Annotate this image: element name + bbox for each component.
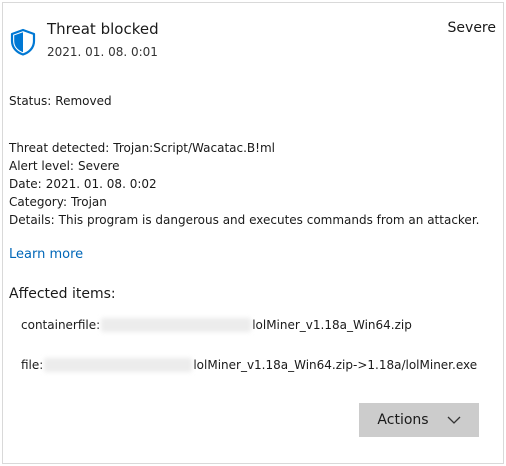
status-label: Status:: [9, 94, 52, 108]
blocked-date: 2021. 01. 08. 0:01: [47, 45, 158, 59]
affected-item-suffix: lolMiner_v1.18a_Win64.zip: [252, 318, 412, 332]
redacted-path: [44, 358, 193, 372]
detail-label: Threat detected:: [9, 141, 110, 155]
redacted-path: [101, 318, 252, 332]
detail-value: This program is dangerous and executes c…: [58, 213, 480, 227]
details-row: Details: This program is dangerous and ex…: [9, 213, 479, 227]
learn-more-link[interactable]: Learn more: [9, 247, 83, 262]
detail-label: Category:: [9, 195, 67, 209]
affected-item-prefix: file:: [21, 358, 44, 372]
detail-value: Trojan: [70, 195, 107, 209]
actions-button[interactable]: Actions: [359, 403, 479, 437]
affected-item-suffix: lolMiner_v1.18a_Win64.zip->1.18a/lolMine…: [193, 358, 478, 372]
status-value: Removed: [55, 94, 112, 108]
threat-detected-row: Threat detected: Trojan:Script/Wacatac.B!…: [9, 141, 275, 155]
affected-item-prefix: containerfile:: [21, 318, 101, 332]
detail-label: Details:: [9, 213, 55, 227]
detail-value: Severe: [77, 159, 120, 173]
detail-value: 2021. 01. 08. 0:02: [45, 177, 157, 191]
page-title: Threat blocked: [47, 20, 159, 38]
shield-icon: [10, 28, 36, 56]
detail-value: Trojan:Script/Wacatac.B!ml: [113, 141, 275, 155]
alert-level-row: Alert level: Severe: [9, 159, 120, 173]
affected-item: file: lolMiner_v1.18a_Win64.zip->1.18a/l…: [21, 358, 477, 372]
date-row: Date: 2021. 01. 08. 0:02: [9, 177, 157, 191]
status-row: Status: Removed: [9, 94, 112, 108]
affected-items-heading: Affected items:: [9, 286, 116, 302]
actions-button-label: Actions: [377, 412, 429, 428]
threat-panel: Threat blocked 2021. 01. 08. 0:01 Severe…: [2, 2, 504, 464]
detail-label: Date:: [9, 177, 42, 191]
detail-label: Alert level:: [9, 159, 74, 173]
affected-item: containerfile: lolMiner_v1.18a_Win64.zip: [21, 318, 412, 332]
category-row: Category: Trojan: [9, 195, 107, 209]
chevron-down-icon: [447, 416, 461, 424]
severity-label: Severe: [447, 20, 496, 36]
